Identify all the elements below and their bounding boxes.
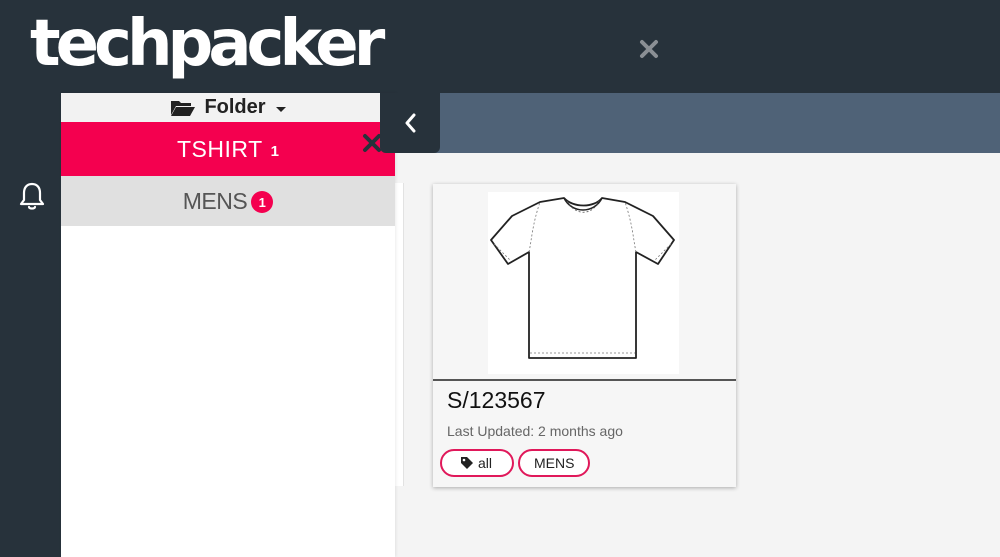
tag-label: MENS [534, 455, 575, 471]
product-thumbnail[interactable] [488, 192, 679, 374]
folder-panel: Folder TSHIRT 1 MENS 1 [61, 93, 395, 557]
tag-icon [461, 457, 473, 469]
folder-title: Folder [204, 96, 266, 118]
last-updated: Last Updated: 2 months ago [447, 423, 623, 439]
chevron-left-icon [405, 113, 416, 133]
page-header-band [395, 93, 1000, 153]
hidden-panel-edge [395, 183, 404, 486]
product-card[interactable]: S/123567 Last Updated: 2 months ago all … [433, 184, 736, 487]
close-icon[interactable] [638, 38, 660, 60]
tag-all[interactable]: all [440, 449, 515, 477]
chevron-down-icon [275, 106, 286, 112]
card-divider [433, 379, 736, 381]
folder-item-label: MENS [182, 187, 248, 214]
tag-label: all [478, 455, 493, 471]
count-badge: 1 [251, 191, 274, 213]
left-rail [0, 93, 61, 557]
product-sku[interactable]: S/123567 [447, 387, 545, 414]
folder-dropdown[interactable]: Folder [61, 93, 395, 122]
folder-open-icon [171, 100, 196, 116]
folder-item-tshirt[interactable]: TSHIRT 1 [61, 122, 395, 176]
collapse-panel-button[interactable] [380, 93, 440, 153]
top-header: techpacker [0, 0, 1000, 93]
folder-item-mens[interactable]: MENS 1 [61, 176, 395, 226]
folder-item-label: TSHIRT [177, 135, 263, 162]
logo[interactable]: techpacker [30, 6, 385, 82]
tshirt-sketch [490, 197, 675, 359]
tag-list: all MENS [440, 449, 591, 477]
bell-icon[interactable] [18, 181, 46, 211]
tag-mens[interactable]: MENS [518, 449, 591, 477]
folder-item-count: 1 [270, 143, 279, 160]
